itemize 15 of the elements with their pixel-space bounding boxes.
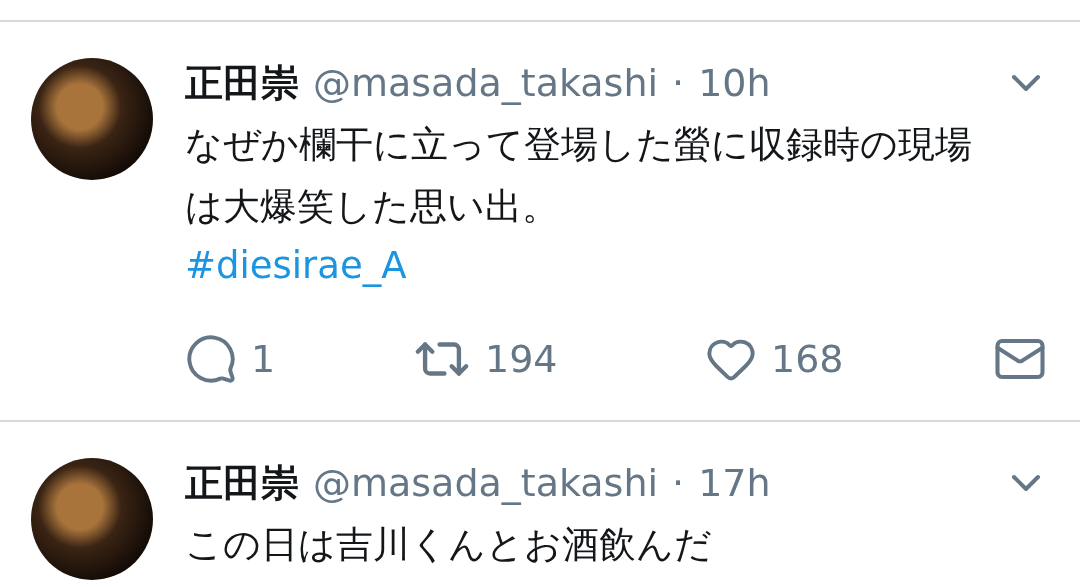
tweet-text: なぜか欄干に立って登場した螢に収録時の現場は大爆笑した思い出。 [185,122,973,230]
like-count: 168 [771,337,844,381]
tweet-time: 10h [698,61,771,105]
reply-icon[interactable] [185,333,237,385]
retweet-count: 194 [485,337,558,381]
user-name: 正田崇 [185,59,299,107]
hashtag-link[interactable]: #diesirae_A [185,238,407,294]
separator-dot: · [672,61,685,105]
user-handle: @masada_takashi [313,461,659,505]
tweet-text: この日は吉川くんとお酒飲んだ [185,522,713,568]
user-handle: @masada_takashi [313,61,659,105]
reply-count: 1 [251,337,276,381]
tweet-time: 17h [698,461,771,505]
user-name: 正田崇 [185,459,299,507]
separator-dot: · [672,461,685,505]
